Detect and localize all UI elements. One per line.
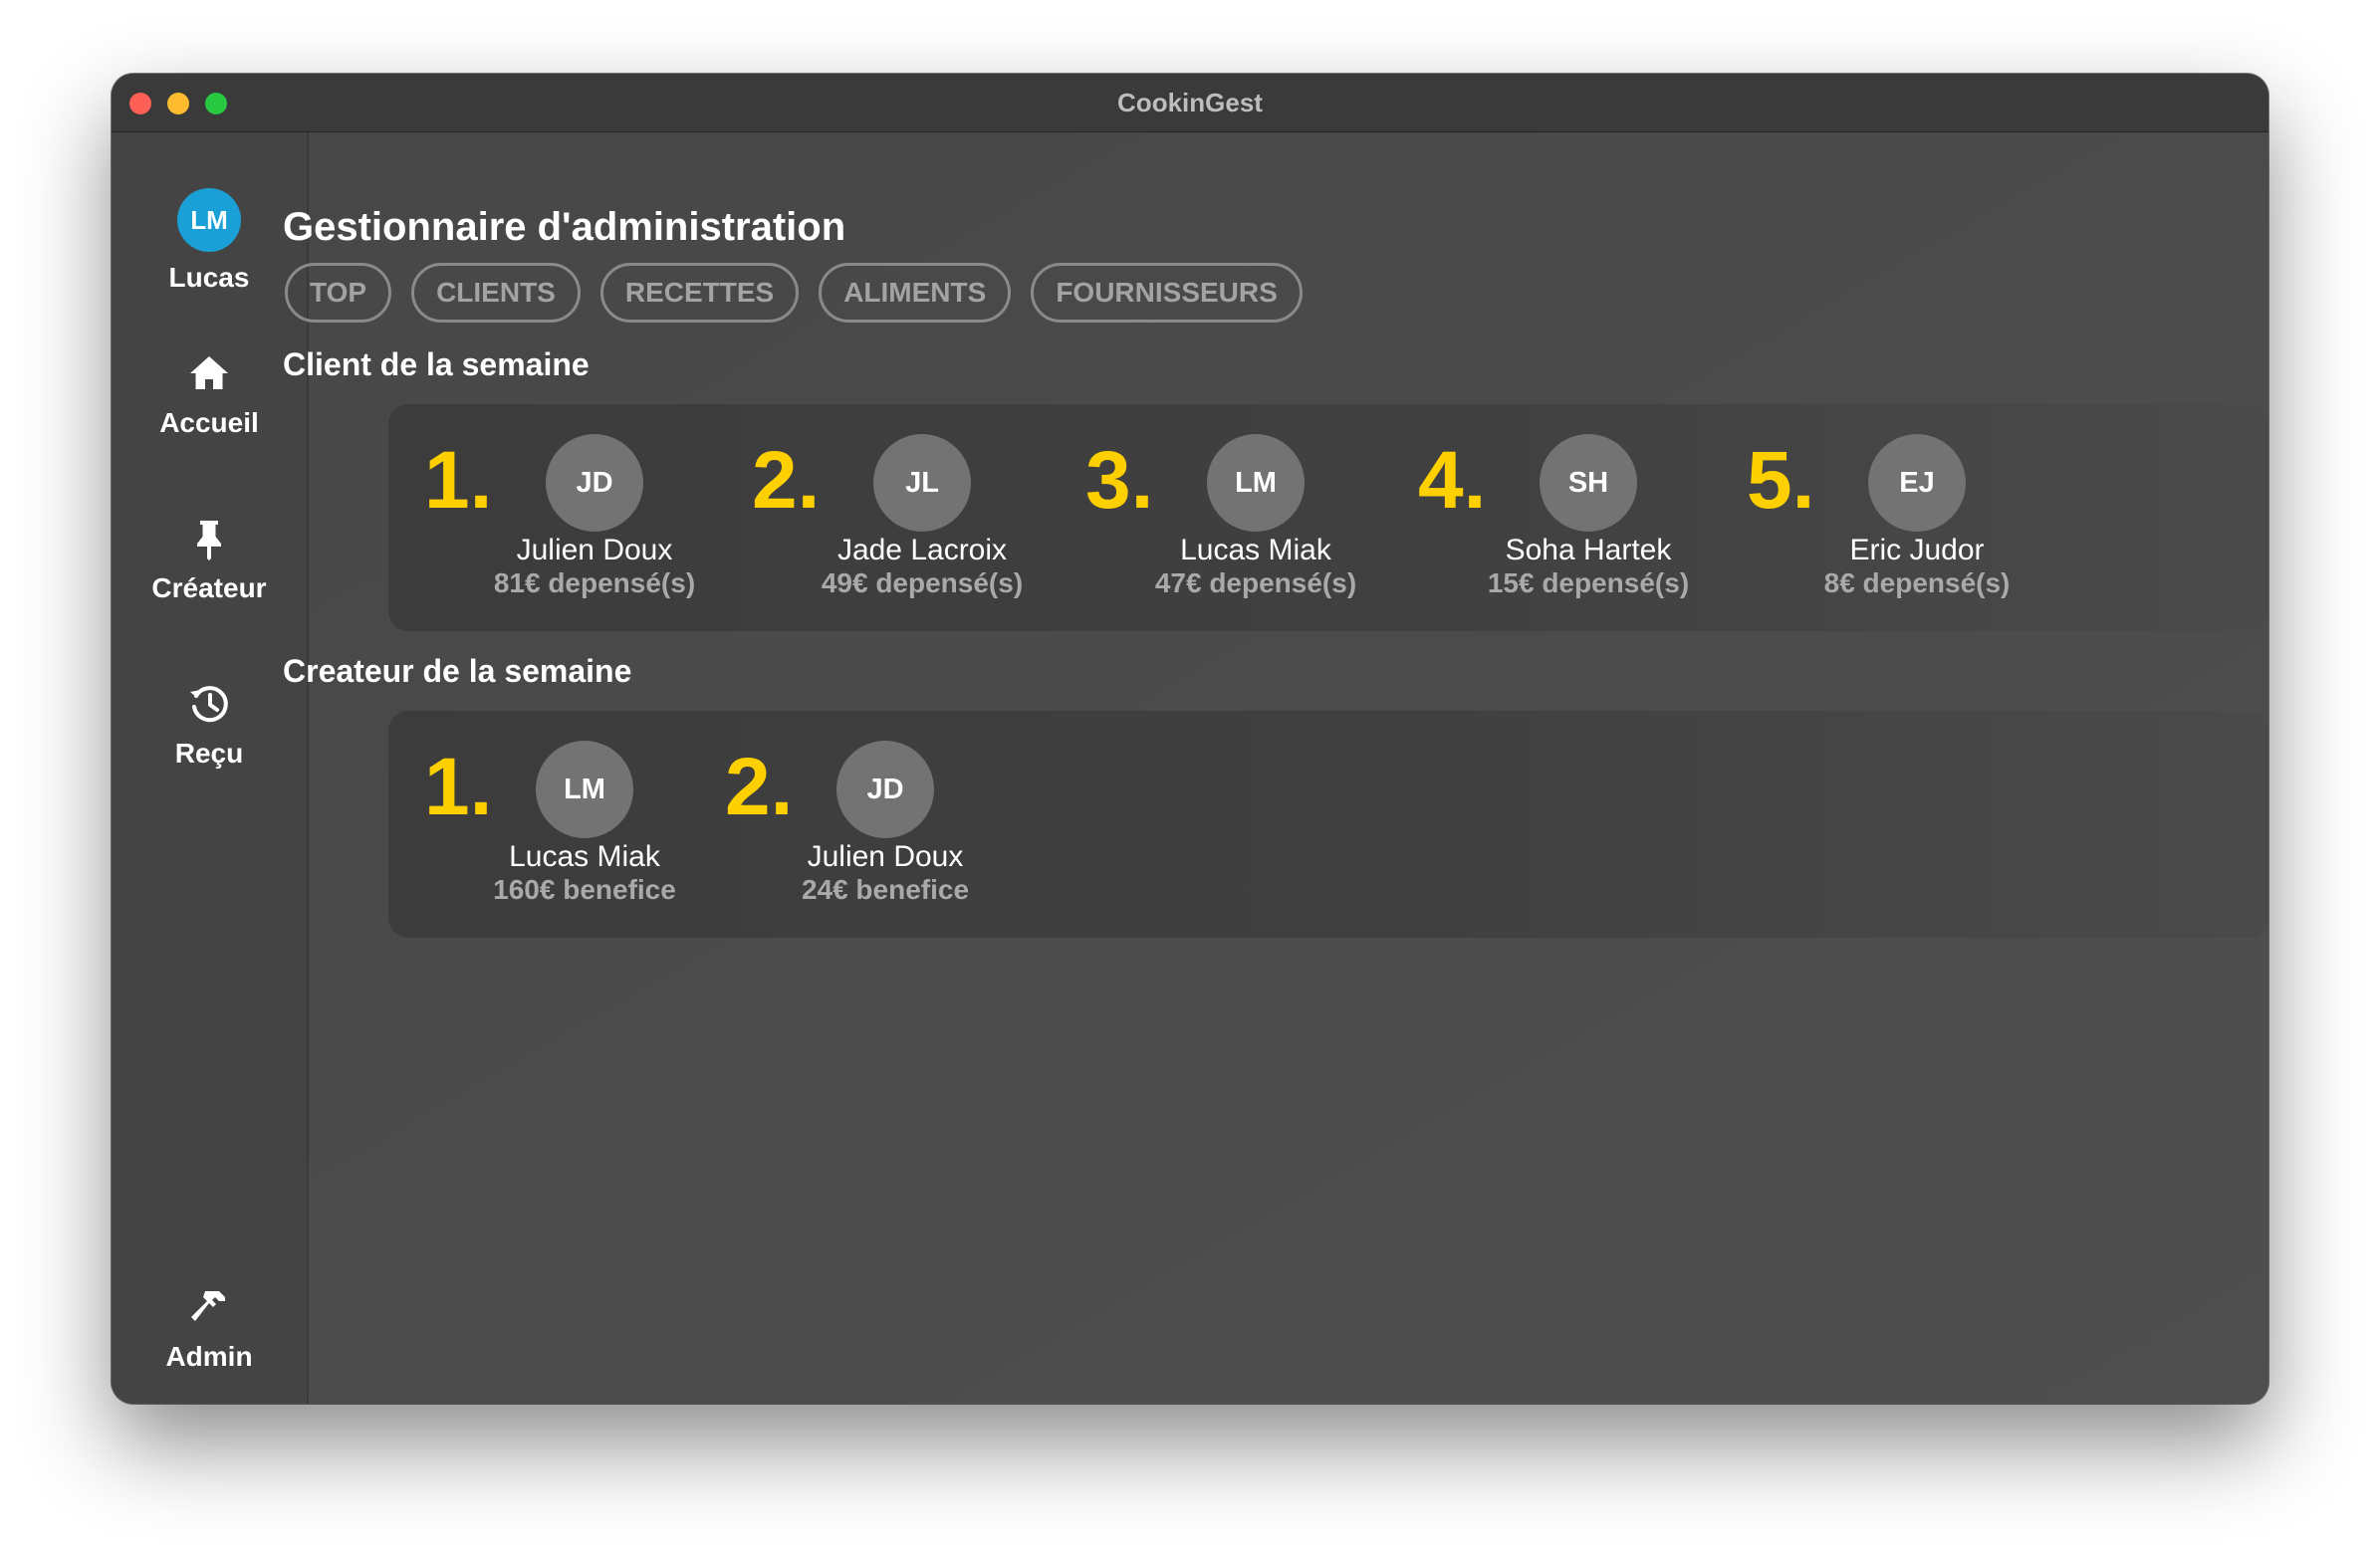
- avatar: JD: [546, 434, 643, 532]
- person-stat: 15€ depensé(s): [1487, 567, 1690, 598]
- avatar: LM: [1207, 434, 1305, 532]
- person-stat: 8€ depensé(s): [1823, 567, 2011, 598]
- sidebar-item-createur[interactable]: Créateur: [112, 515, 307, 604]
- tab-fournisseurs[interactable]: FOURNISSEURS: [1031, 263, 1303, 323]
- tab-clients[interactable]: CLIENTS: [411, 263, 581, 323]
- avatar: EJ: [1868, 434, 1966, 532]
- clients-panel: 1. JD Julien Doux 81€ depensé(s) 2. JL J…: [388, 404, 2268, 631]
- rank-number: 5.: [1747, 435, 1815, 526]
- sidebar-item-label: Admin: [165, 1341, 253, 1372]
- sidebar-item-label: Reçu: [174, 738, 244, 769]
- rank-number: 2.: [752, 435, 821, 526]
- person-name: Jade Lacroix: [836, 534, 1008, 566]
- title-bar: CookinGest: [112, 74, 2268, 132]
- sidebar-item-label: Accueil: [159, 407, 259, 438]
- page-title: Gestionnaire d'administration: [283, 205, 846, 249]
- tab-top[interactable]: TOP: [285, 263, 392, 323]
- creators-section-title: Createur de la semaine: [283, 653, 632, 689]
- user-avatar: LM: [177, 188, 241, 252]
- creators-panel: 1. LM Lucas Miak 160€ benefice 2. JD Jul…: [388, 711, 2268, 938]
- tab-recettes[interactable]: RECETTES: [599, 263, 800, 323]
- rank-number: 1.: [424, 742, 493, 832]
- hammer-icon: [191, 1291, 225, 1321]
- person-stat: 24€ benefice: [801, 874, 970, 905]
- avatar: LM: [536, 741, 633, 838]
- home-icon: [190, 356, 228, 389]
- sidebar-item-accueil[interactable]: Accueil: [112, 349, 307, 439]
- person-name: Eric Judor: [1849, 534, 1985, 566]
- tab-aliments[interactable]: ALIMENTS: [819, 263, 1012, 323]
- history-icon: [190, 686, 228, 723]
- person-stat: 49€ depensé(s): [821, 567, 1024, 598]
- clients-section-title: Client de la semaine: [283, 346, 590, 382]
- sidebar-item-recu[interactable]: Reçu: [112, 680, 307, 770]
- sidebar-item-label: Créateur: [151, 572, 267, 603]
- rank-number: 3.: [1085, 435, 1154, 526]
- sidebar-user[interactable]: LM Lucas: [112, 188, 307, 294]
- tab-bar: TOP CLIENTS RECETTES ALIMENTS FOURNISSEU…: [285, 263, 1303, 323]
- person-stat: 47€ depensé(s): [1154, 567, 1357, 598]
- person-stat: 160€ benefice: [493, 874, 676, 905]
- sidebar-item-admin[interactable]: Admin: [112, 1283, 307, 1373]
- user-name: Lucas: [168, 262, 250, 293]
- person-name: Julien Doux: [807, 840, 964, 873]
- app-window: CookinGest LM Lucas Accueil Créateur Reç…: [112, 74, 2268, 1404]
- rank-number: 4.: [1418, 435, 1487, 526]
- sidebar: LM Lucas Accueil Créateur Reçu Admin: [112, 132, 309, 1404]
- avatar: JL: [873, 434, 971, 532]
- person-name: Soha Hartek: [1505, 534, 1672, 566]
- pin-icon: [197, 521, 221, 560]
- avatar: SH: [1540, 434, 1637, 532]
- window-title: CookinGest: [1117, 88, 1263, 117]
- avatar: JD: [836, 741, 934, 838]
- person-name: Lucas Miak: [509, 840, 660, 873]
- person-stat: 81€ depensé(s): [493, 567, 696, 598]
- rank-number: 2.: [725, 742, 794, 832]
- rank-number: 1.: [424, 435, 493, 526]
- person-name: Lucas Miak: [1180, 534, 1331, 566]
- person-name: Julien Doux: [516, 534, 673, 566]
